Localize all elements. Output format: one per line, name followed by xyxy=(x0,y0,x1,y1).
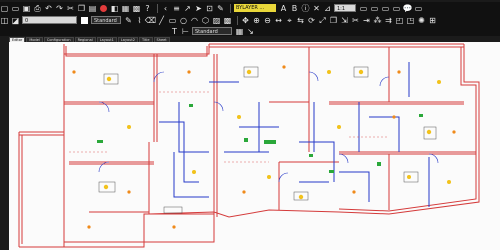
array-icon[interactable]: ⁂ xyxy=(373,16,382,25)
exterior-walls xyxy=(18,43,480,248)
close-icon[interactable]: ✕ xyxy=(312,4,321,13)
electrical-symbols xyxy=(72,65,456,229)
text-style-field[interactable]: Standard xyxy=(192,27,232,35)
fill-icon[interactable]: ▩ xyxy=(223,16,232,25)
help-icon[interactable]: ? xyxy=(143,4,152,13)
window3-icon[interactable]: ▭ xyxy=(381,4,390,13)
join-icon[interactable]: ⊞ xyxy=(428,16,437,25)
cut-icon[interactable]: ✂ xyxy=(66,4,75,13)
insert-icon[interactable]: ◳ xyxy=(406,16,415,25)
cursor-icon[interactable]: ➤ xyxy=(194,4,203,13)
bold-icon[interactable]: B xyxy=(290,4,299,13)
snap-icon[interactable]: ⌖ xyxy=(285,16,294,25)
undo-icon[interactable]: ↶ xyxy=(44,4,53,13)
info-icon[interactable]: ⓘ xyxy=(301,4,310,13)
print-icon[interactable]: ⎙ xyxy=(33,4,42,13)
arrow-icon[interactable]: ↗ xyxy=(183,4,192,13)
coord-readout: BYLAYER ... xyxy=(234,4,276,12)
poly-icon[interactable]: ⬡ xyxy=(201,16,210,25)
fixtures xyxy=(97,104,423,173)
swatch-icon[interactable] xyxy=(80,16,89,25)
extend-icon[interactable]: ⇥ xyxy=(362,16,371,25)
edit-icon[interactable]: ✎ xyxy=(216,4,225,13)
zoom-icon[interactable]: ⊕ xyxy=(252,16,261,25)
copy-icon[interactable]: ❐ xyxy=(77,4,86,13)
eraser-icon[interactable]: ⌫ xyxy=(145,16,156,25)
redo-icon[interactable]: ↷ xyxy=(55,4,64,13)
measure-icon[interactable]: ⊿ xyxy=(323,4,332,13)
arc-icon[interactable]: ◠ xyxy=(190,16,199,25)
line-icon[interactable]: ╱ xyxy=(157,16,166,25)
comment2-icon[interactable]: ▭ xyxy=(414,4,423,13)
style-toolbar: T ⊢ Standard ▦ ↘ xyxy=(0,26,500,36)
move-icon[interactable]: ⇲ xyxy=(340,16,349,25)
floor-plan xyxy=(18,43,480,248)
text-style-icon[interactable]: T xyxy=(170,27,179,36)
rotate-icon[interactable]: ⟳ xyxy=(307,16,316,25)
brush-icon[interactable]: ⌇ xyxy=(135,16,144,25)
menu-icon[interactable]: ≡ xyxy=(172,4,181,13)
window2-icon[interactable]: ▭ xyxy=(370,4,379,13)
hatch-icon[interactable]: ▨ xyxy=(212,16,221,25)
circle-icon[interactable]: ○ xyxy=(179,16,188,25)
text-icon[interactable]: A xyxy=(279,4,288,13)
dimension-icon[interactable]: ↔ xyxy=(274,16,283,25)
block-icon[interactable]: ◰ xyxy=(395,16,404,25)
zoomout-icon[interactable]: ⊖ xyxy=(263,16,272,25)
comment-icon[interactable]: 💬 xyxy=(403,4,413,13)
offset-icon[interactable]: ⇉ xyxy=(384,16,393,25)
style-field[interactable]: Standard xyxy=(91,16,121,24)
layer-field[interactable]: 0 xyxy=(22,16,77,24)
layer-icon[interactable]: ◫ xyxy=(0,16,9,25)
drawing-canvas[interactable] xyxy=(9,42,500,250)
copy2-icon[interactable]: ❐ xyxy=(329,16,338,25)
trim-icon[interactable]: ✂ xyxy=(351,16,360,25)
new-icon[interactable]: ▢ xyxy=(0,4,9,13)
explode-icon[interactable]: ✺ xyxy=(417,16,426,25)
rect-icon[interactable]: ▭ xyxy=(168,16,177,25)
paste-icon[interactable]: ▤ xyxy=(88,4,97,13)
scale-field[interactable]: 1:1 xyxy=(334,4,356,12)
back-icon[interactable]: ‹ xyxy=(161,4,170,13)
pencil-icon[interactable]: ✎ xyxy=(124,16,133,25)
layer2-icon[interactable]: ◪ xyxy=(11,16,20,25)
property-toolbar: ◫ ◪ 0 Standard ✎ ⌇ ⌫ ╱ ▭ ○ ◠ ⬡ ▨ ▩ ✥ ⊕ ⊖… xyxy=(0,14,500,26)
scale-icon[interactable]: ⤢ xyxy=(318,16,327,25)
window4-icon[interactable]: ▭ xyxy=(392,4,401,13)
pan-icon[interactable]: ✥ xyxy=(241,16,250,25)
lock-icon[interactable]: ⊡ xyxy=(205,4,214,13)
window-icon[interactable]: ▭ xyxy=(359,4,368,13)
grid-icon[interactable]: ▩ xyxy=(132,4,141,13)
leader-icon[interactable]: ↘ xyxy=(246,27,255,36)
dim-style-icon[interactable]: ⊢ xyxy=(181,27,190,36)
mirror-icon[interactable]: ⇆ xyxy=(296,16,305,25)
save-icon[interactable]: ▣ xyxy=(22,4,31,13)
open-icon[interactable]: ▭ xyxy=(11,4,20,13)
properties-icon[interactable]: ▦ xyxy=(121,4,130,13)
stop-icon[interactable] xyxy=(99,4,108,13)
left-dock xyxy=(0,42,9,250)
table-icon[interactable]: ▦ xyxy=(235,27,244,36)
layers-icon[interactable]: ◧ xyxy=(110,4,119,13)
main-toolbar: ▢ ▭ ▣ ⎙ ↶ ↷ ✂ ❐ ▤ ◧ ▦ ▩ ? ‹ ≡ ↗ ➤ ⊡ ✎ BY… xyxy=(0,2,500,14)
